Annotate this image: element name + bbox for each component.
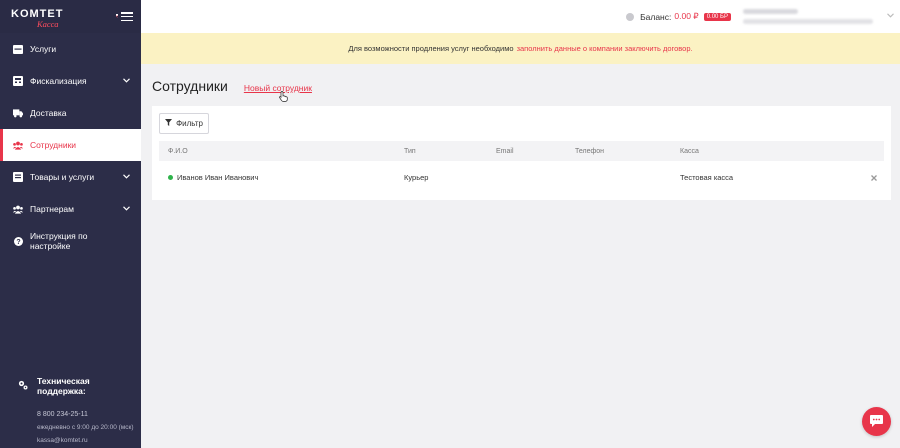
support-title-text: Техническая поддержка:	[37, 376, 90, 396]
fiscal-icon	[13, 76, 23, 86]
table-row[interactable]: Иванов Иван Иванович Курьер Тестовая кас…	[159, 161, 884, 194]
filter-label: Фильтр	[176, 119, 203, 128]
users-icon	[13, 140, 23, 150]
sidebar: KOMTET Касса ‹ Услуги Фискализация Доста…	[0, 0, 141, 448]
bonus-badge: 0.00 БР	[703, 12, 731, 21]
sidebar-item-label: Инструкция по настройке	[30, 231, 88, 251]
logo[interactable]: KOMTET Касса	[11, 5, 71, 29]
support-email[interactable]: kassa@komtet.ru	[37, 434, 138, 447]
chevron-down-icon	[123, 173, 130, 181]
close-icon	[871, 173, 877, 183]
support-block: Техническая поддержка: 8 800 234-25-11 е…	[18, 376, 138, 447]
filter-icon	[165, 119, 173, 128]
support-hours: ежедневно с 9:00 до 20:00 (мск)	[37, 424, 134, 431]
sidebar-item-setup-guide[interactable]: ? Инструкция по настройке	[0, 225, 141, 257]
column-header-email[interactable]: Email	[496, 141, 514, 161]
sidebar-item-label: Сотрудники	[30, 140, 77, 150]
chevron-down-icon	[123, 77, 130, 85]
employees-table: Ф.И.О Тип Email Телефон Касса Иванов Ива…	[159, 141, 884, 194]
box-icon	[13, 172, 23, 182]
sidebar-item-label: Фискализация	[30, 76, 87, 86]
cell-type: Курьер	[404, 173, 429, 182]
support-phone[interactable]: 8 800 234-25-11	[37, 408, 138, 421]
balance-icon	[626, 12, 635, 21]
sidebar-nav: Услуги Фискализация Доставка Сотрудники	[0, 33, 141, 257]
user-menu[interactable]	[743, 9, 883, 24]
filter-button[interactable]: Фильтр	[159, 113, 209, 134]
status-dot	[168, 175, 173, 180]
sidebar-item-products[interactable]: Товары и услуги	[0, 161, 141, 193]
sidebar-item-label: Услуги	[30, 44, 57, 54]
question-icon: ?	[13, 236, 23, 246]
logo-area: KOMTET Касса ‹	[0, 0, 141, 33]
sidebar-item-label: Партнерам	[30, 204, 74, 214]
sidebar-item-employees[interactable]: Сотрудники	[0, 129, 141, 161]
sidebar-item-label: Товары и услуги	[30, 172, 95, 182]
page-title: Сотрудники	[152, 78, 228, 94]
delete-row-button[interactable]	[871, 161, 877, 194]
column-header-name[interactable]: Ф.И.О	[168, 141, 188, 161]
column-header-phone[interactable]: Телефон	[575, 141, 604, 161]
svg-text:?: ?	[16, 239, 20, 246]
sidebar-item-partners[interactable]: Партнерам	[0, 193, 141, 225]
collapse-arrow-icon: ‹	[116, 14, 118, 20]
support-title: Техническая поддержка:	[18, 376, 138, 396]
new-employee-link[interactable]: Новый сотрудник	[244, 83, 312, 102]
page-header: Сотрудники Новый сотрудник	[152, 78, 312, 102]
employees-card: Фильтр Ф.И.О Тип Email Телефон Касса Ива…	[152, 106, 891, 200]
banner-link[interactable]: заполнить данные о компании заключить до…	[517, 44, 693, 53]
hand-cursor-icon	[278, 91, 288, 105]
chevron-down-icon	[123, 205, 130, 213]
chat-button[interactable]	[862, 407, 891, 436]
balance-value: 0.00 ₽	[674, 11, 699, 21]
cell-kassa: Тестовая касса	[680, 173, 734, 182]
logo-sub-text: Касса	[37, 18, 59, 29]
banner-text: Для возможности продления услуг необходи…	[348, 44, 514, 53]
sidebar-item-services[interactable]: Услуги	[0, 33, 141, 65]
user-company-blurred	[743, 19, 873, 24]
chat-icon	[869, 414, 884, 430]
column-header-kassa[interactable]: Касса	[680, 141, 699, 161]
services-icon	[13, 44, 23, 54]
column-header-type[interactable]: Тип	[404, 141, 416, 161]
sidebar-item-delivery[interactable]: Доставка	[0, 97, 141, 129]
employee-name: Иванов Иван Иванович	[177, 173, 259, 182]
user-name-blurred	[743, 9, 798, 14]
balance-block: Баланс: 0.00 ₽ 0.00 БР	[626, 11, 731, 22]
topbar: Баланс: 0.00 ₽ 0.00 БР	[141, 0, 900, 33]
balance-label: Баланс:	[640, 11, 672, 22]
table-header: Ф.И.О Тип Email Телефон Касса	[159, 141, 884, 161]
truck-icon	[13, 108, 23, 118]
notice-banner: Для возможности продления услуг необходи…	[141, 33, 900, 64]
menu-toggle-icon[interactable]: ‹	[116, 12, 133, 21]
gears-icon	[18, 380, 28, 392]
partners-icon	[13, 204, 23, 214]
chevron-down-icon[interactable]	[887, 13, 894, 20]
cell-name[interactable]: Иванов Иван Иванович	[168, 161, 258, 194]
sidebar-item-label: Доставка	[30, 108, 67, 118]
sidebar-item-fiscal[interactable]: Фискализация	[0, 65, 141, 97]
